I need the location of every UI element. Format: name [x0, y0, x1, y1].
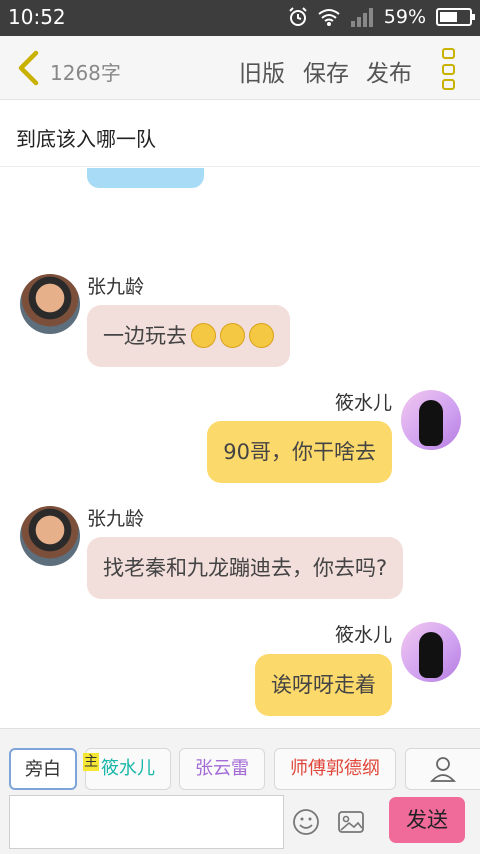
grin-emoji-icon [191, 322, 216, 348]
host-badge: 主 [83, 753, 99, 771]
role-narrator[interactable]: 旁白 [9, 748, 77, 790]
role-composer-bar: 旁白 筱水儿 主 张云雷 师傅郭德纲 发送 [0, 728, 480, 854]
story-title-bar[interactable]: 到底该入哪一队 [0, 101, 480, 167]
speaker-name: 筱水儿 [334, 392, 392, 414]
image-icon[interactable] [337, 808, 365, 836]
status-bar: 10:52 59% [0, 0, 480, 36]
emoji-icon[interactable] [292, 808, 320, 836]
grin-emoji-icon [249, 322, 274, 348]
message-text: 找老秦和九龙蹦迪去，你去吗? [103, 556, 388, 580]
avatar-zhang-jiuling[interactable] [20, 506, 80, 566]
role-label: 筱水儿 [101, 758, 155, 779]
role-zhang-yunlei[interactable]: 张云雷 [179, 748, 265, 790]
role-label: 旁白 [25, 759, 61, 780]
signal-icon [350, 8, 373, 27]
send-button[interactable]: 发送 [389, 797, 465, 843]
battery-percent: 59% [383, 6, 426, 28]
avatar-xiao-shuier[interactable] [401, 622, 461, 682]
message-bubble[interactable]: 诶呀呀走着 [255, 654, 392, 716]
avatar-zhang-jiuling[interactable] [20, 274, 80, 334]
speaker-name: 张九龄 [87, 508, 145, 530]
partial-message-bubble [87, 168, 204, 188]
wifi-icon [318, 9, 340, 26]
chat-area[interactable]: 张九龄 一边玩去 筱水儿 90哥，你干啥去 张九龄 找老秦和九龙蹦迪去，你去吗?… [0, 168, 480, 728]
role-label: 张云雷 [195, 758, 249, 779]
more-menu-icon[interactable] [442, 48, 458, 90]
role-guo-degang[interactable]: 师傅郭德纲 [274, 748, 396, 790]
publish-button[interactable]: 发布 [366, 54, 412, 88]
battery-icon [436, 8, 475, 26]
add-role-button[interactable] [405, 748, 480, 790]
role-label: 师傅郭德纲 [290, 758, 380, 779]
story-title: 到底该入哪一队 [16, 127, 156, 151]
avatar-xiao-shuier[interactable] [401, 390, 461, 450]
message-text: 一边玩去 [103, 324, 187, 348]
person-icon [429, 757, 457, 782]
editor-toolbar: 1268字 旧版 保存 发布 [0, 36, 480, 100]
save-button[interactable]: 保存 [303, 54, 349, 88]
message-bubble[interactable]: 一边玩去 [87, 305, 290, 367]
status-time: 10:52 [8, 5, 66, 29]
alarm-icon [289, 7, 307, 26]
message-text: 90哥，你干啥去 [223, 440, 376, 464]
grin-emoji-icon [220, 322, 245, 348]
speaker-name: 筱水儿 [334, 624, 392, 646]
old-version-button[interactable]: 旧版 [239, 54, 285, 88]
message-input[interactable] [9, 795, 284, 849]
word-count: 1268字 [50, 61, 121, 85]
message-bubble[interactable]: 90哥，你干啥去 [207, 421, 392, 483]
message-text: 诶呀呀走着 [271, 673, 376, 697]
message-bubble[interactable]: 找老秦和九龙蹦迪去，你去吗? [87, 537, 404, 599]
back-chevron-icon[interactable] [14, 50, 44, 86]
battery-level [440, 12, 457, 22]
speaker-name: 张九龄 [87, 276, 145, 298]
status-icons: 59% [288, 6, 475, 28]
